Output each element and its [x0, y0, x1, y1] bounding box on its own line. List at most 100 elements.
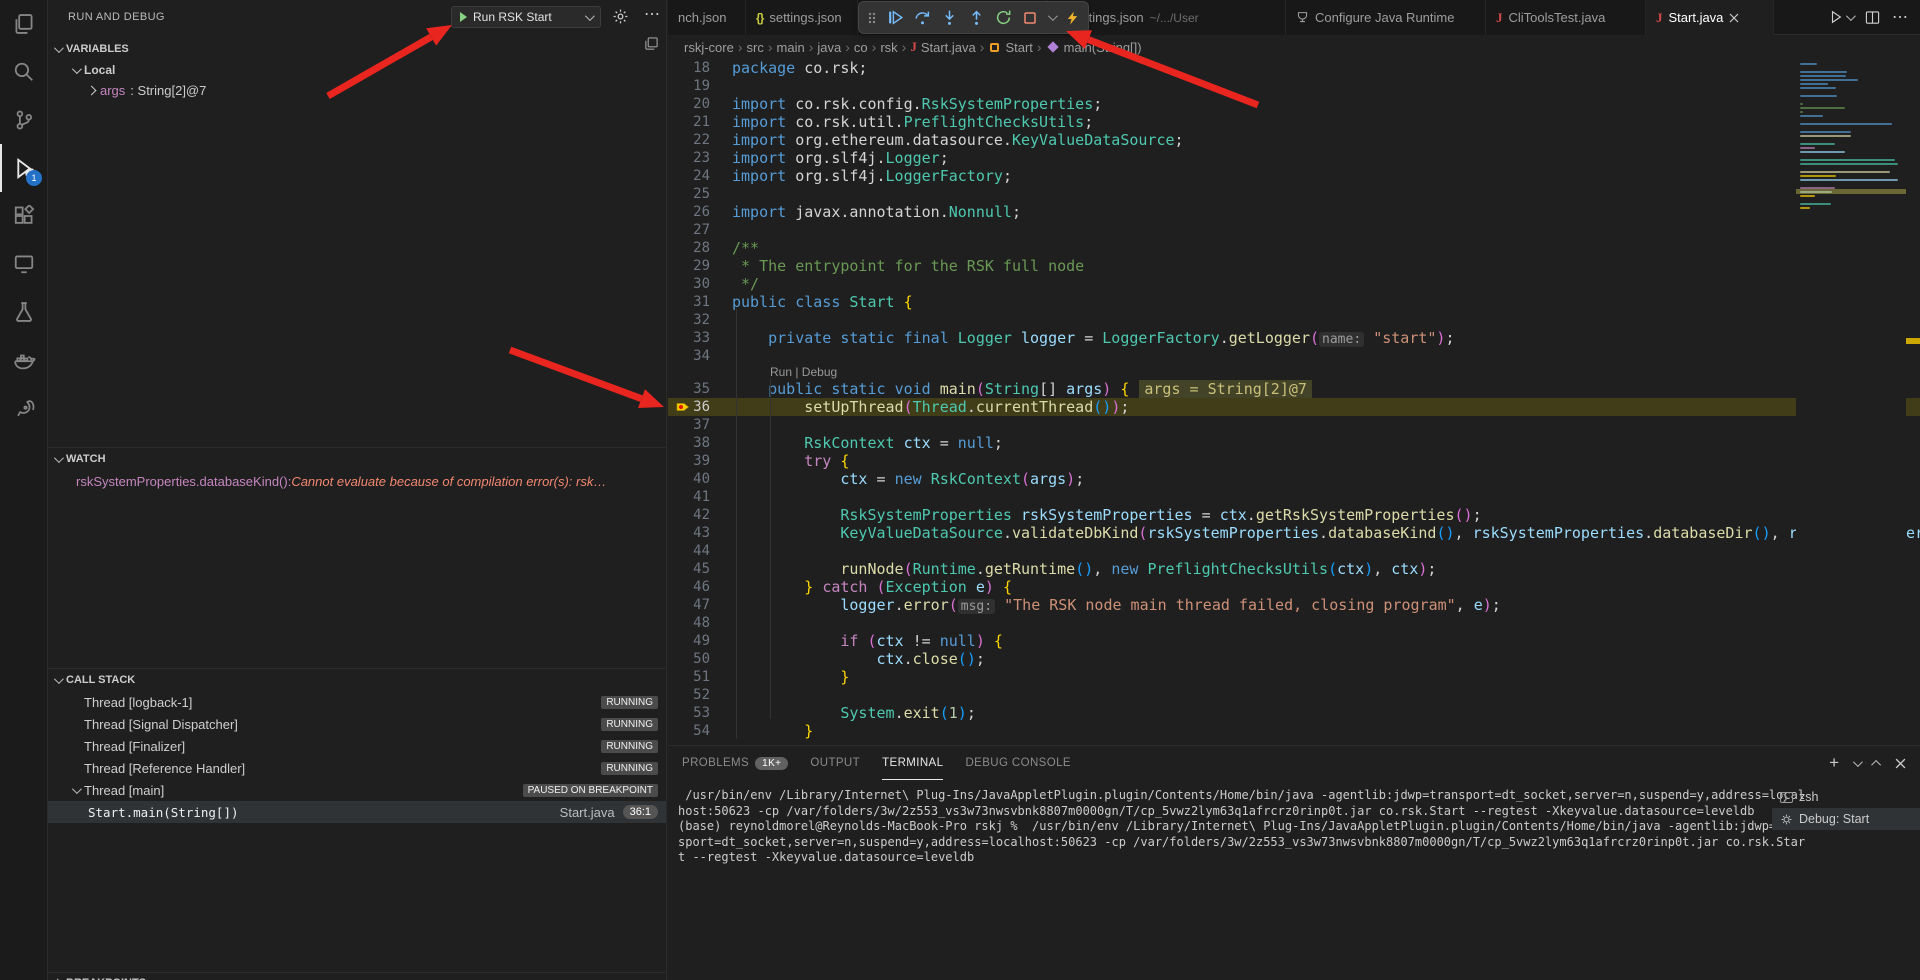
source-control-icon[interactable]	[0, 96, 48, 144]
hot-code-replace-icon[interactable]	[1065, 10, 1080, 26]
breadcrumb-symbol[interactable]: Start	[1005, 40, 1032, 55]
tab-output[interactable]: OUTPUT	[810, 746, 860, 780]
variables-header[interactable]: VARIABLES	[48, 38, 666, 60]
step-over-icon[interactable]	[914, 9, 931, 26]
code-line[interactable]: 53 System.exit(1);	[668, 704, 1920, 722]
tab-settings-json[interactable]: {}settings.json	[746, 0, 858, 35]
line-number[interactable]: 26	[668, 203, 732, 221]
line-number[interactable]: 53	[668, 704, 732, 722]
tab-problems[interactable]: PROBLEMS1K+	[682, 746, 788, 780]
chevron-down-icon[interactable]	[1853, 757, 1863, 767]
code-line[interactable]: 45 runNode(Runtime.getRuntime(), new Pre…	[668, 560, 1920, 578]
code-line[interactable]: 46 } catch (Exception e) {	[668, 578, 1920, 596]
code-line[interactable]: 36 setUpThread(Thread.currentThread());	[668, 398, 1920, 416]
code-line[interactable]: 37	[668, 416, 1920, 434]
line-number[interactable]: 54	[668, 722, 732, 740]
breadcrumb-item[interactable]: rskj-core	[684, 40, 734, 55]
tab-debug-console[interactable]: DEBUG CONSOLE	[965, 746, 1071, 780]
line-number[interactable]: 44	[668, 542, 732, 560]
line-number[interactable]: 24	[668, 167, 732, 185]
run-play-icon[interactable]	[460, 12, 467, 22]
stop-options-chevron-icon[interactable]	[1048, 11, 1058, 21]
line-number[interactable]: 46	[668, 578, 732, 596]
line-number[interactable]: 33	[668, 329, 732, 347]
variable-args[interactable]: args: String[2]@7	[48, 80, 666, 100]
close-panel-icon[interactable]	[1895, 758, 1906, 769]
code-line[interactable]: 43 KeyValueDataSource.validateDbKind(rsk…	[668, 524, 1920, 542]
breakpoints-section[interactable]: BREAKPOINTS	[48, 972, 666, 980]
scope-local[interactable]: Local	[48, 60, 666, 80]
code-line[interactable]: 18package co.rsk;	[668, 59, 1920, 77]
watch-header[interactable]: WATCH	[48, 448, 666, 470]
docker-icon[interactable]	[0, 336, 48, 384]
code-line[interactable]: 39 try {	[668, 452, 1920, 470]
line-number[interactable]: 28	[668, 239, 732, 257]
code-line[interactable]: 23import org.slf4j.Logger;	[668, 149, 1920, 167]
code-line[interactable]: 28/**	[668, 239, 1920, 257]
code-line[interactable]: 30 */	[668, 275, 1920, 293]
line-number[interactable]: 27	[668, 221, 732, 239]
tab-launch-json[interactable]: nch.json	[668, 0, 746, 35]
line-number[interactable]: 35	[668, 380, 732, 398]
code-line[interactable]: 44	[668, 542, 1920, 560]
codelens-run-debug[interactable]: Run | Debug	[668, 365, 1920, 380]
gear-icon[interactable]	[612, 8, 629, 30]
restart-icon[interactable]	[995, 9, 1012, 26]
line-number[interactable]: 39	[668, 452, 732, 470]
explorer-icon[interactable]	[0, 0, 48, 48]
line-number[interactable]: 45	[668, 560, 732, 578]
line-number[interactable]: 47	[668, 596, 732, 614]
line-number[interactable]: 29	[668, 257, 732, 275]
code-line[interactable]: 35 public static void main(String[] args…	[668, 380, 1920, 398]
call-stack-thread[interactable]: Thread [logback-1]RUNNING	[48, 691, 666, 713]
line-number[interactable]: 30	[668, 275, 732, 293]
breadcrumb-item[interactable]: rsk	[880, 40, 897, 55]
tab-configure-java-runtime[interactable]: Configure Java Runtime	[1286, 0, 1486, 35]
run-and-debug-icon[interactable]: 1	[0, 144, 48, 192]
line-number[interactable]: 38	[668, 434, 732, 452]
code-line[interactable]: 24import org.slf4j.LoggerFactory;	[668, 167, 1920, 185]
tab-start-java[interactable]: JStart.java	[1646, 0, 1774, 35]
watch-expression-row[interactable]: rskSystemProperties.databaseKind(): Cann…	[48, 470, 666, 492]
line-number[interactable]: 23	[668, 149, 732, 167]
code-line[interactable]: 31public class Start {	[668, 293, 1920, 311]
call-stack-thread[interactable]: Thread [Reference Handler]RUNNING	[48, 757, 666, 779]
editor-scrollbar[interactable]	[1906, 59, 1920, 745]
remote-explorer-icon[interactable]	[0, 240, 48, 288]
line-number[interactable]: 31	[668, 293, 732, 311]
terminal-item-debug-start[interactable]: Debug: Start	[1772, 808, 1920, 830]
tab-terminal[interactable]: TERMINAL	[882, 746, 943, 780]
step-into-icon[interactable]	[941, 9, 958, 26]
chevron-down-icon[interactable]	[1846, 11, 1856, 21]
breadcrumb-member[interactable]: main(String[])	[1064, 40, 1142, 55]
breadcrumb-item[interactable]: java	[817, 40, 841, 55]
call-stack-frame[interactable]: Start.main(String[])Start.java36:1	[48, 801, 666, 823]
line-number[interactable]: 41	[668, 488, 732, 506]
call-stack-thread[interactable]: Thread [Signal Dispatcher]RUNNING	[48, 713, 666, 735]
code-line[interactable]: 21import co.rsk.util.PreflightChecksUtil…	[668, 113, 1920, 131]
code-line[interactable]: 49 if (ctx != null) {	[668, 632, 1920, 650]
line-number[interactable]: 34	[668, 347, 732, 365]
minimap[interactable]	[1796, 59, 1906, 745]
line-number[interactable]: 48	[668, 614, 732, 632]
code-line[interactable]: 19	[668, 77, 1920, 95]
maximize-panel-icon[interactable]	[1871, 759, 1881, 769]
breadcrumb-file[interactable]: Start.java	[921, 40, 976, 55]
line-number[interactable]: 40	[668, 470, 732, 488]
code-line[interactable]: 40 ctx = new RskContext(args);	[668, 470, 1920, 488]
code-line[interactable]: 20import co.rsk.config.RskSystemProperti…	[668, 95, 1920, 113]
code-line[interactable]: 42 RskSystemProperties rskSystemProperti…	[668, 506, 1920, 524]
line-number[interactable]: 43	[668, 524, 732, 542]
code-line[interactable]: 26import javax.annotation.Nonnull;	[668, 203, 1920, 221]
tab-clitoolstest-java[interactable]: JCliToolsTest.java	[1486, 0, 1646, 35]
continue-icon[interactable]	[887, 9, 904, 26]
line-number[interactable]: 19	[668, 77, 732, 95]
testing-icon[interactable]	[0, 288, 48, 336]
step-out-icon[interactable]	[968, 9, 985, 26]
line-number[interactable]: 51	[668, 668, 732, 686]
extensions-icon[interactable]	[0, 192, 48, 240]
code-line[interactable]: 22import org.ethereum.datasource.KeyValu…	[668, 131, 1920, 149]
chevron-down-icon[interactable]	[585, 11, 595, 21]
line-number[interactable]: 42	[668, 506, 732, 524]
line-number[interactable]: 32	[668, 311, 732, 329]
